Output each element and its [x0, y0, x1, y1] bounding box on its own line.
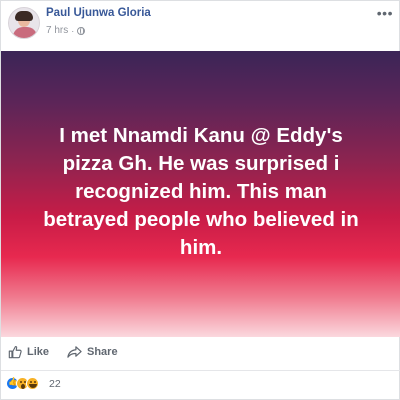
- globe-icon[interactable]: [77, 26, 86, 35]
- reaction-icons: [6, 377, 39, 390]
- share-arrow-icon: [67, 346, 82, 358]
- avatar[interactable]: [8, 7, 40, 39]
- facebook-post: Paul Ujunwa Gloria 7 hrs · ••• I met Nna…: [0, 0, 400, 400]
- share-button[interactable]: Share: [67, 345, 118, 359]
- like-label: Like: [27, 346, 50, 358]
- post-actions-bar: Like Share: [1, 337, 400, 371]
- author-name[interactable]: Paul Ujunwa Gloria: [46, 7, 151, 19]
- post-meta: 7 hrs ·: [46, 25, 86, 36]
- reactions-summary[interactable]: 22: [1, 371, 400, 400]
- status-text: I met Nnamdi Kanu @ Eddy's pizza Gh. He …: [43, 123, 359, 259]
- post-options-button[interactable]: •••: [377, 5, 393, 21]
- meta-separator: ·: [71, 25, 75, 36]
- reaction-count[interactable]: 22: [49, 378, 61, 390]
- haha-reaction-icon: [26, 377, 39, 390]
- like-button[interactable]: Like: [8, 345, 49, 359]
- post-header: Paul Ujunwa Gloria 7 hrs · •••: [1, 1, 400, 51]
- post-timestamp[interactable]: 7 hrs: [46, 25, 68, 36]
- avatar-hair-shape: [15, 11, 33, 21]
- share-label: Share: [87, 346, 118, 358]
- thumbs-up-icon: [8, 346, 22, 359]
- avatar-body-shape: [13, 27, 37, 38]
- colored-status-background: I met Nnamdi Kanu @ Eddy's pizza Gh. He …: [1, 51, 400, 337]
